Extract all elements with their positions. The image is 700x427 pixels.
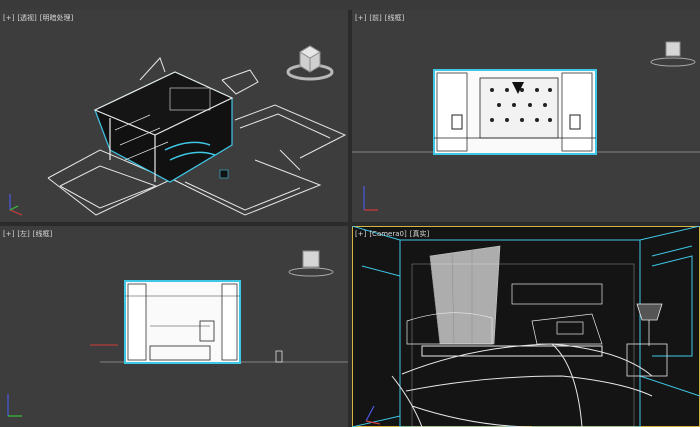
viewport-perspective[interactable]: [+] [透视] [明暗处理] [0, 10, 348, 222]
viewport-view-menu[interactable]: [前] [369, 14, 381, 22]
viewport-label-left[interactable]: [+] [左] [线框] [3, 230, 55, 238]
viewport-view-menu[interactable]: [左] [17, 230, 29, 238]
viewport-splitter-vertical[interactable] [348, 10, 352, 427]
viewport-plus-menu[interactable]: [+] [355, 230, 366, 238]
building-model [93, 71, 234, 183]
viewport-shading-menu[interactable]: [真实] [410, 230, 429, 238]
viewcube-icon[interactable] [288, 248, 334, 278]
viewport-shading-menu[interactable]: [线框] [33, 230, 52, 238]
curtain-model [429, 245, 501, 345]
viewport-label-perspective[interactable]: [+] [透视] [明暗处理] [3, 14, 76, 22]
lamp-model [626, 303, 668, 377]
bed-model [391, 343, 653, 427]
viewport-view-menu[interactable]: [Camera0] [369, 230, 406, 238]
room-elevation-model [433, 69, 597, 155]
viewport-plus-menu[interactable]: [+] [3, 14, 14, 22]
viewport-view-menu[interactable]: [透视] [17, 14, 36, 22]
viewcube-icon[interactable] [650, 38, 696, 68]
viewport-plus-menu[interactable]: [+] [3, 230, 14, 238]
axis-tripod-icon [7, 394, 22, 417]
camera-icon [219, 169, 229, 179]
viewport-left[interactable]: [+] [左] [线框] [0, 226, 348, 427]
viewport-label-front[interactable]: [+] [前] [线框] [355, 14, 407, 22]
viewcube-icon[interactable] [286, 42, 334, 82]
viewport-plus-menu[interactable]: [+] [355, 14, 366, 22]
room-side-model [124, 280, 241, 364]
axis-tripod-icon [9, 194, 23, 216]
viewport-shading-menu[interactable]: [线框] [385, 14, 404, 22]
viewport-label-camera[interactable]: [+] [Camera0] [真实] [355, 230, 432, 238]
viewport-shading-menu[interactable]: [明暗处理] [40, 14, 73, 22]
viewport-camera[interactable]: [+] [Camera0] [真实] [352, 226, 700, 427]
top-toolbar-strip [0, 0, 700, 10]
viewport-front[interactable]: [+] [前] [线框] [352, 10, 700, 222]
front-scene [352, 69, 700, 211]
axis-tripod-icon [363, 186, 378, 211]
viewport-splitter-horizontal[interactable] [0, 222, 700, 226]
camera-scene [352, 226, 700, 427]
